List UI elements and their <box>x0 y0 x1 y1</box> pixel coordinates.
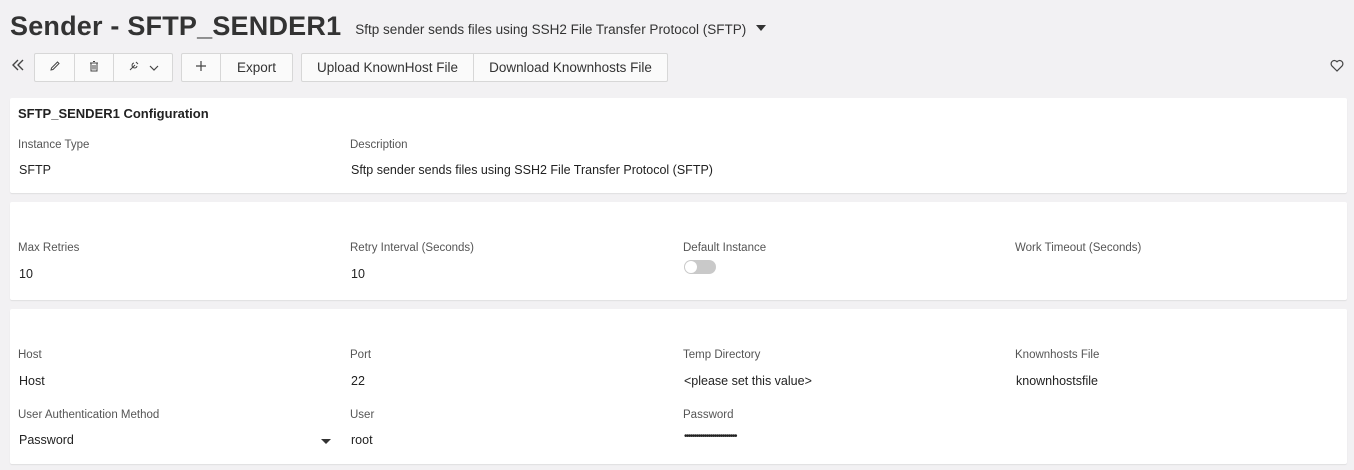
host-value[interactable]: Host <box>19 374 45 388</box>
temp-directory-value[interactable]: <please set this value> <box>684 374 812 388</box>
chevron-down-icon <box>149 60 159 75</box>
header-dropdown-icon[interactable] <box>756 25 767 31</box>
chevron-down-icon[interactable] <box>321 439 331 444</box>
temp-directory-label: Temp Directory <box>683 349 761 361</box>
connection-card: Host Host Port 22 Temp Directory <please… <box>10 309 1347 464</box>
edit-actions-group <box>34 53 173 82</box>
password-label: Password <box>683 409 734 421</box>
max-retries-label: Max Retries <box>18 242 80 254</box>
actions-dropdown-button[interactable] <box>114 54 172 81</box>
page-title: Sender - SFTP_SENDER1 <box>10 10 342 41</box>
add-button[interactable] <box>182 54 221 81</box>
description-value: Sftp sender sends files using SSH2 File … <box>351 163 713 177</box>
instance-type-value: SFTP <box>19 163 51 177</box>
work-timeout-label: Work Timeout (Seconds) <box>1015 242 1142 254</box>
file-actions-group: Upload KnownHost File Download Knownhost… <box>301 53 668 82</box>
export-button[interactable]: Export <box>221 54 292 81</box>
create-actions-group: Export <box>181 53 293 82</box>
page-header: Sender - SFTP_SENDER1 Sftp sender sends … <box>10 8 767 44</box>
default-instance-toggle[interactable] <box>684 260 716 274</box>
user-label: User <box>350 409 375 421</box>
delete-button[interactable] <box>75 54 114 81</box>
upload-knownhost-button[interactable]: Upload KnownHost File <box>302 54 474 81</box>
toolbar: Export Upload KnownHost File Download Kn… <box>10 53 1348 82</box>
toggle-knob <box>685 261 697 273</box>
settings-card: Max Retries 10 Retry Interval (Seconds) … <box>10 202 1347 300</box>
max-retries-value[interactable]: 10 <box>19 267 33 281</box>
download-knownhosts-button[interactable]: Download Knownhosts File <box>474 54 667 81</box>
description-label: Description <box>350 139 408 151</box>
knownhosts-file-label: Knownhosts File <box>1015 349 1100 361</box>
pencil-icon <box>48 59 62 76</box>
wrench-icon <box>127 59 141 76</box>
page-subtitle: Sftp sender sends files using SSH2 File … <box>355 21 747 37</box>
retry-interval-value[interactable]: 10 <box>351 267 365 281</box>
knownhosts-file-value[interactable]: knownhostsfile <box>1016 374 1098 388</box>
heart-icon[interactable] <box>1330 59 1344 77</box>
auth-method-label: User Authentication Method <box>18 409 160 421</box>
user-value[interactable]: root <box>351 433 373 447</box>
port-value[interactable]: 22 <box>351 374 365 388</box>
password-field[interactable]: •••••••••••••••••••••••••• <box>684 431 738 442</box>
host-label: Host <box>18 349 42 361</box>
retry-interval-label: Retry Interval (Seconds) <box>350 242 474 254</box>
port-label: Port <box>350 349 372 361</box>
configuration-card: SFTP_SENDER1 Configuration Instance Type… <box>10 98 1347 193</box>
double-chevron-left-icon[interactable] <box>12 58 24 75</box>
auth-method-select[interactable]: Password <box>19 433 74 447</box>
trash-icon <box>87 59 101 76</box>
instance-type-label: Instance Type <box>18 139 90 151</box>
plus-icon <box>194 59 208 76</box>
configuration-title: SFTP_SENDER1 Configuration <box>18 106 209 121</box>
default-instance-label: Default Instance <box>683 242 767 254</box>
edit-button[interactable] <box>35 54 75 81</box>
